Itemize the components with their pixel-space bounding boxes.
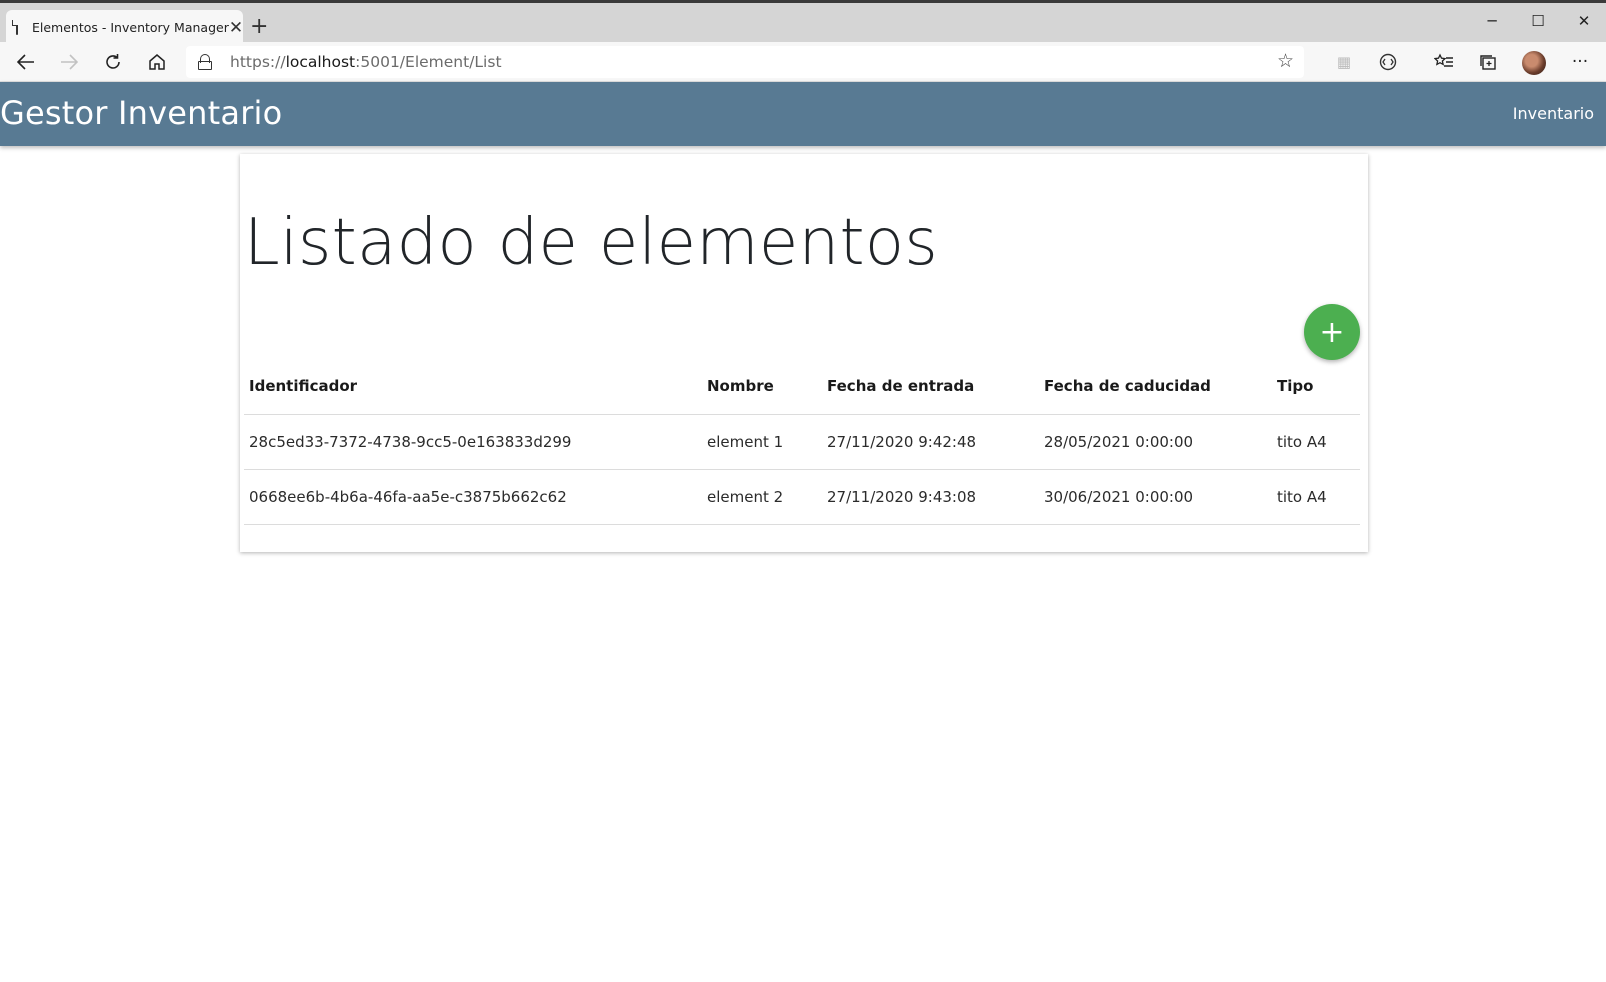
extension-icon[interactable]: ▦ — [1330, 48, 1358, 76]
cell-fecha-caducidad: 30/06/2021 0:00:00 — [1039, 469, 1272, 525]
app-navbar: Gestor Inventario Inventario — [0, 82, 1606, 146]
home-icon[interactable] — [143, 48, 171, 76]
new-tab-icon[interactable]: + — [250, 16, 268, 38]
column-header-nombre[interactable]: Nombre — [702, 358, 822, 415]
back-icon[interactable] — [12, 48, 40, 76]
cell-identificador: 0668ee6b-4b6a-46fa-aa5e-c3875b662c62 — [244, 469, 702, 525]
reader-icon[interactable] — [1374, 48, 1402, 76]
table-header-row: Identificador Nombre Fecha de entrada Fe… — [244, 358, 1360, 415]
cell-nombre: element 2 — [702, 469, 822, 525]
cell-fecha-caducidad: 28/05/2021 0:00:00 — [1039, 414, 1272, 470]
profile-avatar[interactable] — [1522, 51, 1546, 75]
content-card: Listado de elementos + Identificador Nom… — [240, 154, 1368, 552]
star-icon[interactable]: ☆ — [1277, 50, 1294, 72]
add-element-button[interactable]: + — [1304, 304, 1360, 360]
url-text[interactable]: https://localhost:5001/Element/List — [230, 53, 502, 71]
tab-title: Elementos - Inventory Manager — [32, 20, 229, 35]
address-bar[interactable]: https://localhost:5001/Element/List ☆ — [186, 46, 1304, 78]
maximize-icon[interactable]: ☐ — [1526, 11, 1550, 31]
column-header-fecha-caducidad[interactable]: Fecha de caducidad — [1039, 358, 1272, 415]
column-header-tipo[interactable]: Tipo — [1272, 358, 1360, 415]
forward-icon[interactable] — [55, 48, 83, 76]
browser-tab[interactable]: Elementos - Inventory Manager ✕ — [6, 10, 243, 45]
browser-toolbar: https://localhost:5001/Element/List ☆ ▦ … — [0, 42, 1606, 82]
cell-nombre: element 1 — [702, 414, 822, 470]
refresh-icon[interactable] — [99, 48, 127, 76]
cell-fecha-entrada: 27/11/2020 9:43:08 — [822, 469, 1039, 525]
cell-identificador: 28c5ed33-7372-4738-9cc5-0e163833d299 — [244, 414, 702, 470]
brand-title[interactable]: Gestor Inventario — [0, 94, 282, 132]
column-header-fecha-entrada[interactable]: Fecha de entrada — [822, 358, 1039, 415]
elements-table: Identificador Nombre Fecha de entrada Fe… — [244, 358, 1360, 525]
window-close-icon[interactable]: ✕ — [1572, 11, 1596, 31]
browser-titlebar: Elementos - Inventory Manager ✕ + ─ ☐ ✕ — [0, 0, 1606, 45]
plus-icon: + — [1319, 314, 1345, 350]
more-icon[interactable]: ··· — [1566, 48, 1594, 76]
collections-icon[interactable] — [1474, 48, 1502, 76]
favorites-icon[interactable] — [1430, 48, 1458, 76]
page-icon — [12, 19, 19, 35]
cell-fecha-entrada: 27/11/2020 9:42:48 — [822, 414, 1039, 470]
lock-icon[interactable] — [198, 54, 212, 70]
nav-link-inventario[interactable]: Inventario — [1513, 104, 1594, 123]
cell-tipo: tito A4 — [1272, 414, 1360, 470]
table-row[interactable]: 28c5ed33-7372-4738-9cc5-0e163833d299 ele… — [244, 414, 1360, 470]
cell-tipo: tito A4 — [1272, 469, 1360, 525]
minimize-icon[interactable]: ─ — [1480, 11, 1504, 31]
page-title: Listado de elementos — [244, 206, 938, 280]
table-row[interactable]: 0668ee6b-4b6a-46fa-aa5e-c3875b662c62 ele… — [244, 469, 1360, 525]
close-tab-icon[interactable]: ✕ — [229, 18, 243, 38]
column-header-identificador[interactable]: Identificador — [244, 358, 702, 415]
